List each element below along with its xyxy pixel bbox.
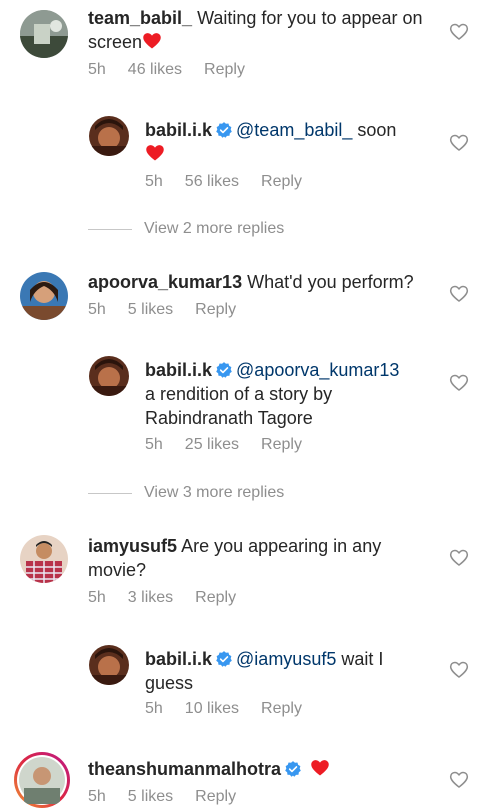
- timestamp: 5h: [88, 589, 106, 606]
- heart-outline-icon[interactable]: [449, 22, 469, 42]
- reply-username[interactable]: babil.i.k: [145, 120, 212, 140]
- heart-outline-icon[interactable]: [449, 660, 469, 680]
- reply-meta: 5h 25 likes Reply: [145, 436, 302, 454]
- mention-link[interactable]: @team_babil_: [236, 120, 352, 140]
- likes-count[interactable]: 46 likes: [128, 61, 182, 79]
- comment-username[interactable]: team_babil_: [88, 8, 192, 28]
- avatar-image: [20, 10, 68, 58]
- reply-button[interactable]: Reply: [261, 173, 302, 191]
- avatar-image: [20, 535, 68, 583]
- reply-button[interactable]: Reply: [195, 788, 236, 806]
- mention-link[interactable]: @apoorva_kumar13: [236, 360, 399, 380]
- comment-text: iamyusuf5 Are you appearing in any movie…: [88, 536, 382, 580]
- avatar[interactable]: [20, 272, 68, 320]
- avatar[interactable]: [89, 645, 129, 685]
- timestamp: 5h: [88, 788, 106, 805]
- divider-line: [88, 228, 132, 230]
- avatar-image: [89, 645, 129, 685]
- heart-outline-icon[interactable]: [449, 284, 469, 304]
- avatar-image: [20, 272, 68, 320]
- reply-username[interactable]: babil.i.k: [145, 649, 212, 669]
- red-heart-emoji: [142, 31, 162, 51]
- reply-meta: 5h 10 likes Reply: [145, 700, 302, 718]
- verified-badge-icon: [215, 650, 233, 668]
- comment-text: apoorva_kumar13 What'd you perform?: [88, 272, 414, 292]
- reply-button[interactable]: Reply: [261, 700, 302, 718]
- timestamp: 5h: [145, 436, 163, 453]
- avatar[interactable]: [20, 10, 68, 58]
- comment-username[interactable]: theanshumanmalhotra: [88, 759, 281, 779]
- red-heart-emoji: [145, 143, 165, 163]
- heart-outline-icon[interactable]: [449, 373, 469, 393]
- reply-button[interactable]: Reply: [195, 301, 236, 319]
- avatar-image: [89, 116, 129, 156]
- verified-badge-icon: [284, 760, 302, 778]
- timestamp: 5h: [145, 173, 163, 190]
- comment-meta: 5h 5 likes Reply: [88, 301, 236, 319]
- timestamp: 5h: [88, 61, 106, 78]
- avatar-image: [89, 356, 129, 396]
- likes-count[interactable]: 25 likes: [185, 436, 239, 454]
- likes-count[interactable]: 5 likes: [128, 788, 173, 806]
- comment-meta: 5h 5 likes Reply: [88, 788, 236, 806]
- heart-outline-icon[interactable]: [449, 548, 469, 568]
- likes-count[interactable]: 5 likes: [128, 301, 173, 319]
- comment-meta: 5h 46 likes Reply: [88, 61, 245, 79]
- avatar[interactable]: [89, 356, 129, 396]
- reply-button[interactable]: Reply: [261, 436, 302, 454]
- heart-outline-icon[interactable]: [449, 770, 469, 790]
- heart-outline-icon[interactable]: [449, 133, 469, 153]
- view-more-replies[interactable]: View 3 more replies: [88, 484, 284, 502]
- avatar[interactable]: [20, 535, 68, 583]
- timestamp: 5h: [88, 301, 106, 318]
- divider-line: [88, 492, 132, 494]
- likes-count[interactable]: 10 likes: [185, 700, 239, 718]
- reply-button[interactable]: Reply: [195, 589, 236, 607]
- timestamp: 5h: [145, 700, 163, 717]
- likes-count[interactable]: 56 likes: [185, 173, 239, 191]
- comment-username[interactable]: iamyusuf5: [88, 536, 177, 556]
- reply-text: babil.i.k @iamyusuf5 wait I guess: [145, 649, 384, 693]
- mention-link[interactable]: @iamyusuf5: [236, 649, 336, 669]
- comment-meta: 5h 3 likes Reply: [88, 589, 236, 607]
- comment-text: theanshumanmalhotra: [88, 757, 418, 781]
- reply-text: babil.i.k @apoorva_kumar13 a rendition of…: [145, 360, 400, 428]
- likes-count[interactable]: 3 likes: [128, 589, 173, 607]
- verified-badge-icon: [215, 361, 233, 379]
- verified-badge-icon: [215, 121, 233, 139]
- reply-username[interactable]: babil.i.k: [145, 360, 212, 380]
- avatar[interactable]: [89, 116, 129, 156]
- reply-meta: 5h 56 likes Reply: [145, 173, 302, 191]
- comment-username[interactable]: apoorva_kumar13: [88, 272, 242, 292]
- reply-button[interactable]: Reply: [204, 61, 245, 79]
- comment-text: team_babil_ Waiting for you to appear on…: [88, 8, 423, 52]
- red-heart-emoji: [310, 758, 330, 778]
- view-more-replies[interactable]: View 2 more replies: [88, 220, 284, 238]
- reply-text: babil.i.k @team_babil_ soon: [145, 118, 435, 166]
